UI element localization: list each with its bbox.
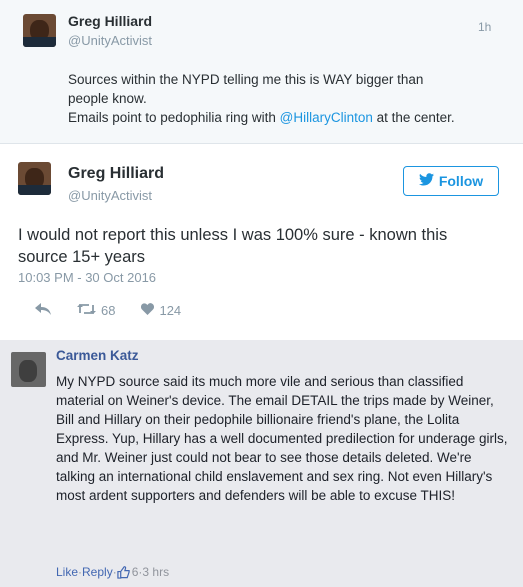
user-display-name[interactable]: Greg Hilliard <box>68 13 152 29</box>
comment-meta: Like · Reply · 6 · 3 hrs <box>56 565 169 579</box>
tweet-text-line: Emails point to pedophilia ring with @Hi… <box>68 108 508 127</box>
user-handle[interactable]: @UnityActivist <box>68 188 152 203</box>
tweet-text-line: Sources within the NYPD telling me this … <box>68 72 424 87</box>
facebook-comment: Carmen Katz My NYPD source said its much… <box>0 340 523 587</box>
retweet-count: 68 <box>101 303 116 318</box>
twitter-bird-icon <box>418 173 434 189</box>
comment-time[interactable]: 3 hrs <box>142 565 169 579</box>
tweet-card-1: Greg Hilliard @UnityActivist 1h Sources … <box>0 0 523 143</box>
tweet-text-fragment: at the center. <box>372 110 455 125</box>
tweet-date[interactable]: 10:03 PM - 30 Oct 2016 <box>18 270 156 285</box>
follow-label: Follow <box>438 173 484 189</box>
reply-link[interactable]: Reply <box>82 565 113 579</box>
thumbs-up-icon <box>117 565 130 579</box>
tweet-text: I would not report this unless I was 100… <box>18 226 448 266</box>
user-handle[interactable]: @UnityActivist <box>68 33 152 48</box>
heart-icon <box>141 303 155 318</box>
retweet-icon <box>77 303 96 318</box>
user-avatar[interactable] <box>18 162 51 195</box>
reaction-count[interactable]: 6 <box>132 565 139 579</box>
tweet-card-2: Greg Hilliard @UnityActivist Follow I wo… <box>0 143 523 340</box>
like-link[interactable]: Like <box>56 565 78 579</box>
like-button[interactable]: 124 <box>141 303 181 318</box>
tweet-text: Sources within the NYPD telling me this … <box>68 70 508 127</box>
like-count: 124 <box>159 303 182 318</box>
user-display-name[interactable]: Greg Hilliard <box>68 165 164 183</box>
follow-button[interactable]: Follow <box>403 166 499 196</box>
commenter-name[interactable]: Carmen Katz <box>56 348 139 363</box>
retweet-button[interactable]: 68 <box>77 303 115 318</box>
tweet-text-line: people know. <box>68 91 147 106</box>
tweet-timestamp[interactable]: 1h <box>478 20 491 34</box>
tweet-text-fragment: Emails point to pedophilia ring with <box>68 110 280 125</box>
reply-button[interactable] <box>35 303 51 318</box>
comment-text: My NYPD source said its much more vile a… <box>56 374 508 503</box>
tweet-actions: 68 124 <box>35 303 207 318</box>
user-avatar[interactable] <box>23 14 56 47</box>
commenter-avatar[interactable] <box>11 352 46 387</box>
reply-icon <box>35 303 51 318</box>
mention-link[interactable]: @HillaryClinton <box>280 110 373 125</box>
